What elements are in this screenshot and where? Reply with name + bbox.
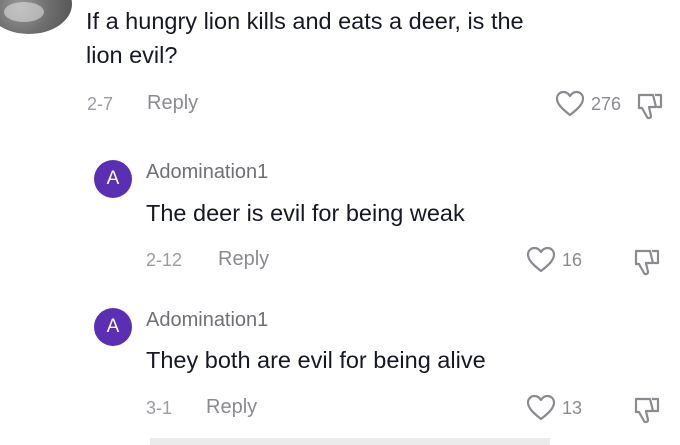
reply-reply-button[interactable]: Reply: [218, 248, 269, 271]
reply-like-button[interactable]: 16: [526, 246, 582, 274]
avatar-letter: A: [106, 316, 120, 337]
root-like-button[interactable]: 276: [555, 90, 621, 118]
heart-outline-icon: [526, 246, 556, 273]
reply-date: 3-1: [146, 398, 173, 418]
heart-outline-icon: [526, 394, 556, 421]
reply-username[interactable]: Adomination1: [146, 161, 268, 184]
reply-text: The deer is evil for being weak: [146, 200, 465, 226]
root-reply-button[interactable]: Reply: [147, 92, 198, 115]
avatar-letter: A: [106, 168, 120, 189]
reply-avatar[interactable]: A: [94, 160, 132, 198]
reply-date: 2-12: [146, 250, 183, 270]
root-comment-text: If a hungry lion kills and eats a deer, …: [86, 8, 524, 68]
thumbs-down-outline-icon[interactable]: [636, 91, 664, 121]
thumbs-down-outline-icon[interactable]: [633, 247, 661, 277]
reply-text: They both are evil for being alive: [146, 347, 486, 373]
root-comment-date: 2-7: [87, 94, 114, 114]
partial-next-item: [150, 438, 550, 445]
commenter-avatar[interactable]: [0, 0, 72, 34]
reply-like-count: 16: [562, 249, 583, 270]
reply-reply-button[interactable]: Reply: [206, 396, 257, 419]
root-like-count: 276: [591, 93, 622, 114]
thumbs-down-outline-icon[interactable]: [633, 395, 661, 425]
reply-avatar[interactable]: A: [94, 308, 132, 346]
reply-like-button[interactable]: 13: [526, 394, 582, 422]
heart-outline-icon: [555, 90, 585, 117]
reply-username[interactable]: Adomination1: [146, 309, 268, 332]
reply-like-count: 13: [562, 397, 583, 418]
